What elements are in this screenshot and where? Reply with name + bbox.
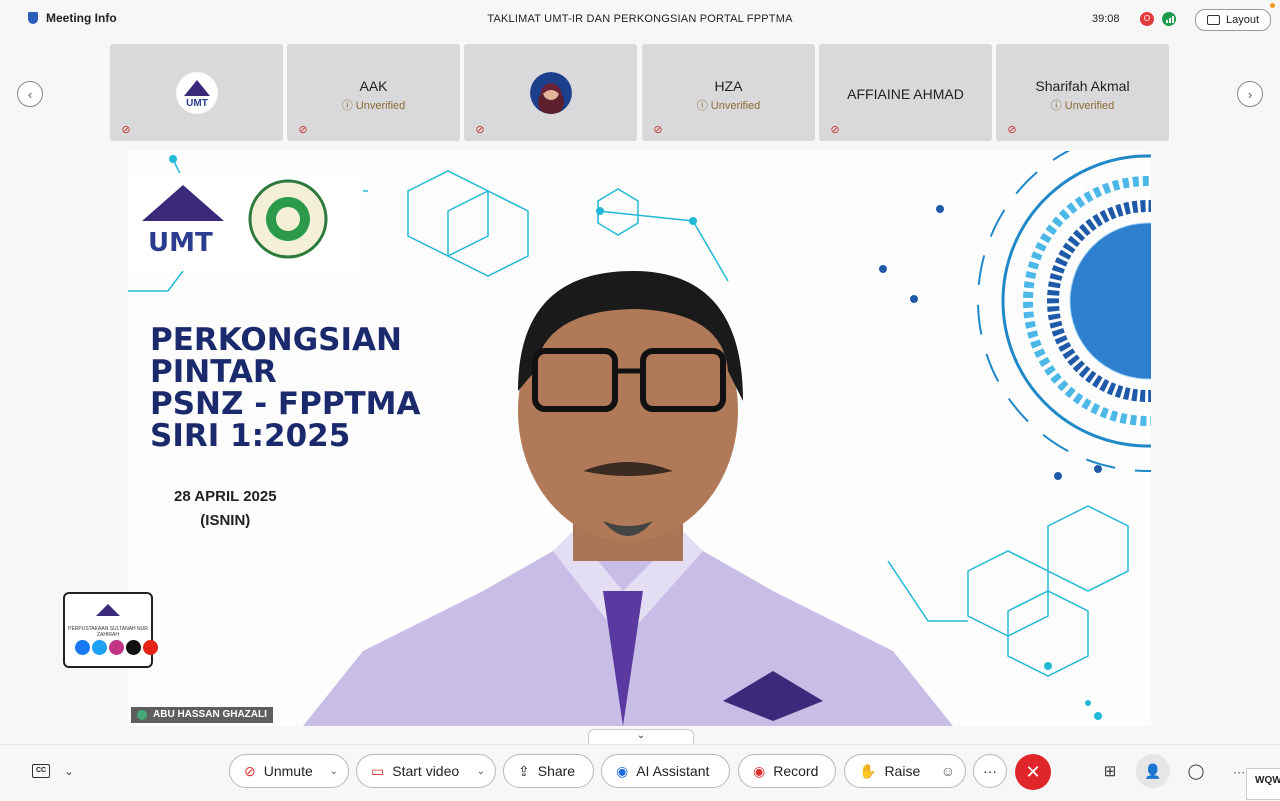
network-signal-icon[interactable] bbox=[1162, 12, 1176, 26]
shared-screen-stage: UMT PERKONGSIAN PINTAR PSNZ - FPPTMA SIR… bbox=[128, 151, 1151, 726]
chevron-down-icon: ⌄ bbox=[636, 730, 646, 741]
participant-tile-4[interactable]: HZA ⓘ Unverified ⊘ bbox=[642, 44, 815, 141]
twitter-icon bbox=[92, 640, 107, 655]
umt-avatar: UMT bbox=[176, 72, 218, 114]
closed-caption-icon[interactable]: CC bbox=[32, 764, 50, 778]
recording-icon[interactable]: O bbox=[1140, 12, 1154, 26]
leave-meeting-button[interactable]: ✕ bbox=[1015, 754, 1051, 790]
slide-date: 28 APRIL 2025 (ISNIN) bbox=[174, 488, 277, 529]
mic-muted-icon: ⊘ bbox=[830, 124, 840, 136]
participant-name: AAK bbox=[359, 78, 388, 94]
raise-label: Raise bbox=[884, 763, 921, 779]
record-icon: ◉ bbox=[753, 762, 766, 779]
participant-tile-3[interactable]: ⊘ bbox=[464, 44, 637, 141]
participant-tile-2[interactable]: AAK ⓘ Unverified ⊘ bbox=[287, 44, 460, 141]
start-video-label: Start video bbox=[392, 763, 460, 779]
unmute-label: Unmute bbox=[263, 763, 313, 779]
participant-name: HZA bbox=[714, 78, 743, 94]
ai-assistant-label: AI Assistant bbox=[636, 763, 710, 779]
collapse-tab[interactable]: ⌄ bbox=[588, 729, 694, 744]
participant-tile-1[interactable]: UMT ⊘ bbox=[110, 44, 283, 141]
participant-name: Sharifah Akmal bbox=[1035, 78, 1130, 94]
mic-muted-icon: ⊘ bbox=[475, 124, 485, 136]
video-off-icon: ▭ bbox=[371, 762, 385, 779]
layout-label: Layout bbox=[1225, 14, 1260, 26]
record-label: Record bbox=[773, 763, 819, 779]
svg-text:UMT: UMT bbox=[148, 228, 213, 258]
notification-dot bbox=[1270, 3, 1275, 8]
unverified-status: ⓘ Unverified bbox=[341, 100, 406, 112]
sticker-text: PERPUSTAKAAN SULTANAH NUR ZAHIRAH bbox=[68, 626, 148, 638]
close-icon: ✕ bbox=[1025, 761, 1041, 782]
record-button[interactable]: ◉ Record bbox=[738, 754, 836, 788]
participant-tile-6[interactable]: Sharifah Akmal ⓘ Unverified ⊘ bbox=[996, 44, 1169, 141]
participant-name: AFFIAINE AHMAD bbox=[847, 86, 964, 102]
unverified-status: ⓘ Unverified bbox=[1050, 100, 1115, 112]
meeting-title: TAKLIMAT UMT-IR DAN PERKONGSIAN PORTAL F… bbox=[487, 13, 793, 25]
chevron-down-icon[interactable]: ⌄ bbox=[477, 766, 485, 777]
mic-muted-icon: ⊘ bbox=[244, 762, 256, 779]
hand-icon: ✋ bbox=[859, 762, 877, 779]
top-bar: Meeting Info TAKLIMAT UMT-IR DAN PERKONG… bbox=[0, 0, 1280, 38]
unverified-status: ⓘ Unverified bbox=[696, 100, 761, 112]
meeting-timer: 39:08 bbox=[1092, 13, 1120, 25]
mic-muted-icon: ⊘ bbox=[1007, 124, 1017, 136]
chat-icon[interactable]: ◯ bbox=[1185, 761, 1207, 783]
tiktok-icon bbox=[126, 640, 141, 655]
ai-assistant-button[interactable]: ◉ AI Assistant bbox=[601, 754, 730, 788]
apps-icon[interactable]: ⊞ bbox=[1099, 761, 1121, 783]
facebook-icon bbox=[75, 640, 90, 655]
more-options-button[interactable]: ··· bbox=[973, 754, 1007, 788]
mic-muted-icon: ⊘ bbox=[298, 124, 308, 136]
instagram-icon bbox=[109, 640, 124, 655]
share-icon: ⇪ bbox=[518, 762, 530, 779]
mic-muted-icon: ⊘ bbox=[653, 124, 663, 136]
unmute-button[interactable]: ⊘ Unmute ⌄ bbox=[229, 754, 349, 788]
library-social-sticker: PERPUSTAKAAN SULTANAH NUR ZAHIRAH bbox=[63, 592, 158, 668]
participant-tile-5[interactable]: AFFIAINE AHMAD ⊘ bbox=[819, 44, 992, 141]
participants-icon: 👤 bbox=[1144, 762, 1162, 779]
prev-page-button[interactable]: ‹ bbox=[17, 81, 43, 107]
umt-small-logo bbox=[96, 604, 120, 616]
chevron-down-icon[interactable]: ⌄ bbox=[330, 766, 338, 777]
participant-photo-avatar bbox=[530, 72, 572, 114]
youtube-icon bbox=[143, 640, 158, 655]
chevron-left-icon: ‹ bbox=[27, 86, 33, 102]
layout-grid-icon bbox=[1206, 15, 1220, 25]
participants-button[interactable]: 👤 bbox=[1136, 754, 1170, 788]
start-video-button[interactable]: ▭ Start video ⌄ bbox=[356, 754, 496, 788]
mic-muted-icon: ⊘ bbox=[121, 124, 131, 136]
more-label: ··· bbox=[983, 763, 997, 779]
share-button[interactable]: ⇪ Share bbox=[503, 754, 594, 788]
svg-text:UMT: UMT bbox=[186, 98, 208, 109]
chevron-down-icon[interactable]: ⌄ bbox=[58, 761, 80, 783]
social-icons bbox=[75, 640, 158, 655]
share-label: Share bbox=[537, 763, 576, 779]
raise-hand-button[interactable]: ✋ Raise ☺ bbox=[844, 754, 966, 788]
speaker-name-label: ABU HASSAN GHAZALI bbox=[131, 707, 273, 723]
ai-assistant-icon: ◉ bbox=[616, 762, 629, 779]
reactions-icon[interactable]: ☺ bbox=[941, 763, 955, 779]
side-panel-tab[interactable]: WQW bbox=[1246, 768, 1280, 800]
next-page-button[interactable]: › bbox=[1237, 81, 1263, 107]
chevron-right-icon: › bbox=[1247, 86, 1253, 102]
layout-button[interactable]: Layout bbox=[1195, 9, 1271, 31]
speaker-video bbox=[303, 271, 953, 726]
